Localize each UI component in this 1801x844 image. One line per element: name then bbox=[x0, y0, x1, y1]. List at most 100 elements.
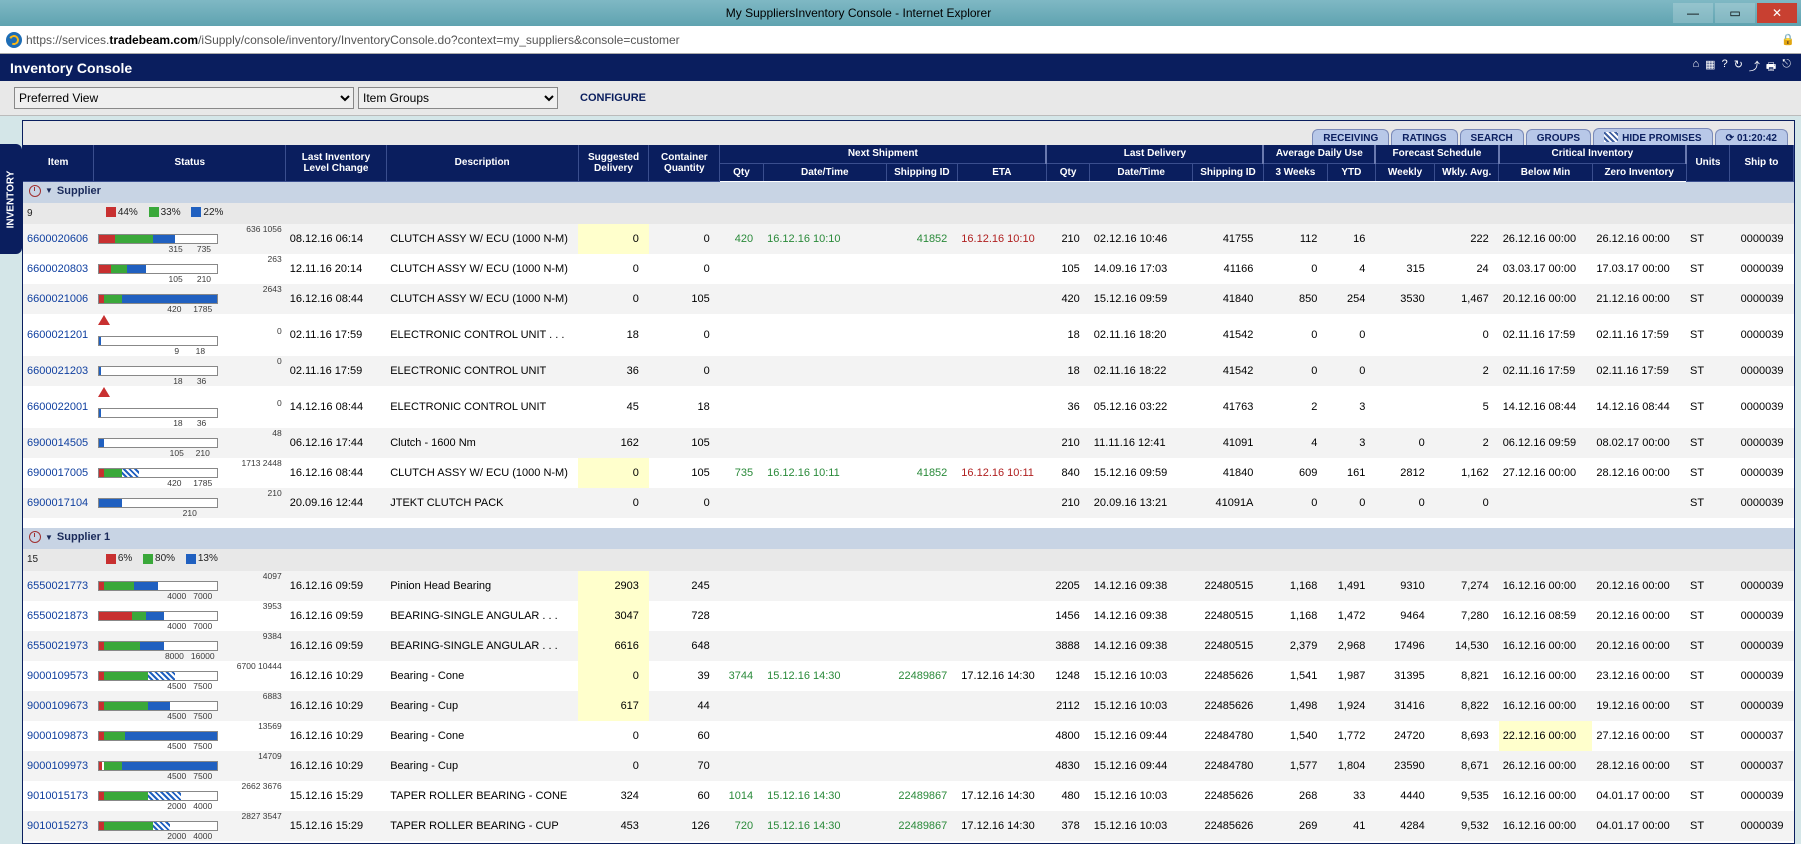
next-datetime bbox=[763, 254, 886, 284]
item-link[interactable]: 9000109973 bbox=[23, 751, 94, 781]
col-units[interactable]: Units bbox=[1686, 145, 1729, 181]
table-row[interactable]: 9000109573 6700 10444 4500 7500 16.12.16… bbox=[23, 661, 1794, 691]
supplier-group-header[interactable]: ▼ Supplier 1 bbox=[23, 528, 1794, 549]
table-row[interactable]: 9010015273 2827 3547 2000 4000 15.12.16 … bbox=[23, 811, 1794, 841]
upload-icon[interactable]: ⤴ bbox=[1749, 58, 1760, 77]
col-nqty[interactable]: Qty bbox=[720, 163, 763, 181]
help-icon[interactable]: ? bbox=[1722, 58, 1728, 77]
table-row[interactable]: 6900014505 48 105 210 06.12.16 17:44 Clu… bbox=[23, 428, 1794, 458]
table-row[interactable]: 6550021873 3953 4000 7000 16.12.16 09:59… bbox=[23, 601, 1794, 631]
table-row[interactable]: 9000109873 13569 4500 7500 16.12.16 10:2… bbox=[23, 721, 1794, 751]
refresh-icon[interactable]: ⟳ bbox=[1726, 133, 1734, 144]
col-lsid[interactable]: Shipping ID bbox=[1193, 163, 1264, 181]
collapse-icon[interactable]: ▼ bbox=[45, 186, 53, 195]
next-shipping-id bbox=[886, 691, 957, 721]
adu-3weeks: 1,498 bbox=[1263, 691, 1327, 721]
table-row[interactable]: 6550021773 4097 4000 7000 16.12.16 09:59… bbox=[23, 571, 1794, 601]
tab-receiving[interactable]: RECEIVING bbox=[1312, 129, 1389, 145]
supplier-group-header[interactable]: ▼ Supplier bbox=[23, 181, 1794, 203]
col-bm[interactable]: Below Min bbox=[1499, 163, 1593, 181]
table-row[interactable]: 6900017104 210 210 20.09.16 12:44 JTEKT … bbox=[23, 488, 1794, 518]
item-link[interactable]: 6900017104 bbox=[23, 488, 94, 518]
col-wk[interactable]: Weekly bbox=[1375, 163, 1434, 181]
tab-groups[interactable]: GROUPS bbox=[1526, 129, 1591, 145]
table-row[interactable]: 6600020803 263 105 210 12.11.16 20:14 CL… bbox=[23, 254, 1794, 284]
item-link[interactable]: 6600022001 bbox=[23, 386, 94, 428]
url-field[interactable]: https://services.tradebeam.com/iSupply/c… bbox=[26, 33, 1777, 47]
table-row[interactable]: 6600021203 0 18 36 02.11.16 17:59 ELECTR… bbox=[23, 356, 1794, 386]
col-ldt[interactable]: Date/Time bbox=[1090, 163, 1193, 181]
table-row[interactable]: 6600021201 0 9 18 02.11.16 17:59 ELECTRO… bbox=[23, 314, 1794, 356]
next-eta bbox=[957, 356, 1046, 386]
table-row[interactable]: 9000109673 6883 4500 7500 16.12.16 10:29… bbox=[23, 691, 1794, 721]
table-row[interactable]: 9010015173 2662 3676 2000 4000 15.12.16 … bbox=[23, 781, 1794, 811]
window-close-button[interactable]: ✕ bbox=[1757, 3, 1797, 23]
inventory-sidetab[interactable]: INVENTORY bbox=[0, 144, 22, 254]
window-maximize-button[interactable]: ▭ bbox=[1715, 3, 1755, 23]
item-link[interactable]: 6600020606 bbox=[23, 224, 94, 254]
status-bar: 2827 3547 2000 4000 bbox=[94, 811, 286, 841]
units: ST bbox=[1686, 356, 1729, 386]
col-cq[interactable]: Container Quantity bbox=[649, 145, 720, 181]
col-shipto[interactable]: Ship to bbox=[1729, 145, 1793, 181]
col-status[interactable]: Status bbox=[94, 145, 286, 181]
item-link[interactable]: 6600021201 bbox=[23, 314, 94, 356]
col-ndt[interactable]: Date/Time bbox=[763, 163, 886, 181]
col-nsid[interactable]: Shipping ID bbox=[886, 163, 957, 181]
tab-search[interactable]: SEARCH bbox=[1460, 129, 1524, 145]
group-select[interactable]: Item Groups bbox=[358, 87, 558, 109]
adu-3weeks: 1,168 bbox=[1263, 571, 1327, 601]
table-row[interactable]: 6600021006 2643 420 1785 16.12.16 08:44 … bbox=[23, 284, 1794, 314]
print-icon[interactable]: 🖶 bbox=[1766, 58, 1776, 77]
item-link[interactable]: 6550021773 bbox=[23, 571, 94, 601]
item-link[interactable]: 6550021873 bbox=[23, 601, 94, 631]
adu-3weeks: 112 bbox=[1263, 224, 1327, 254]
table-row[interactable]: 6550021973 9384 8000 16000 16.12.16 09:5… bbox=[23, 631, 1794, 661]
refresh-icon[interactable]: ↻ bbox=[1734, 58, 1743, 77]
item-link[interactable]: 6550021973 bbox=[23, 631, 94, 661]
col-sug[interactable]: Suggested Delivery bbox=[578, 145, 649, 181]
group-pct: 44% 33% 22% bbox=[94, 203, 286, 225]
item-link[interactable]: 6600021006 bbox=[23, 284, 94, 314]
table-row[interactable]: 9000109973 14709 4500 7500 16.12.16 10:2… bbox=[23, 751, 1794, 781]
next-datetime bbox=[763, 691, 886, 721]
ship-to: 0000039 bbox=[1729, 488, 1793, 518]
item-link[interactable]: 6600020803 bbox=[23, 254, 94, 284]
item-link[interactable]: 6900017005 bbox=[23, 458, 94, 488]
col-neta[interactable]: ETA bbox=[957, 163, 1046, 181]
col-ytd[interactable]: YTD bbox=[1327, 163, 1375, 181]
zero-inventory: 28.12.16 00:00 bbox=[1592, 751, 1686, 781]
item-link[interactable]: 9000109673 bbox=[23, 691, 94, 721]
tab-ratings[interactable]: RATINGS bbox=[1391, 129, 1457, 145]
collapse-icon[interactable]: ▼ bbox=[45, 533, 53, 542]
col-wka[interactable]: Wkly. Avg. bbox=[1435, 163, 1499, 181]
table-row[interactable]: 6600022001 0 18 36 14.12.16 08:44 ELECTR… bbox=[23, 386, 1794, 428]
home-icon[interactable]: ⌂ bbox=[1693, 58, 1700, 77]
table-row[interactable]: 6900017005 1713 2448 420 1785 16.12.16 0… bbox=[23, 458, 1794, 488]
tab-hide-promises[interactable]: HIDE PROMISES bbox=[1593, 128, 1712, 145]
next-datetime bbox=[763, 284, 886, 314]
grid-icon[interactable]: ▦ bbox=[1705, 58, 1715, 77]
col-item[interactable]: Item bbox=[23, 145, 94, 181]
item-link[interactable]: 9010015273 bbox=[23, 811, 94, 841]
item-link[interactable]: 6600021203 bbox=[23, 356, 94, 386]
logout-icon[interactable]: ⎋ bbox=[1782, 58, 1791, 77]
item-link[interactable]: 9000109873 bbox=[23, 721, 94, 751]
units: ST bbox=[1686, 224, 1729, 254]
item-link[interactable]: 9000109573 bbox=[23, 661, 94, 691]
configure-link[interactable]: CONFIGURE bbox=[580, 92, 646, 104]
item-link[interactable]: 9010015173 bbox=[23, 781, 94, 811]
col-desc[interactable]: Description bbox=[386, 145, 578, 181]
control-row: Preferred View Item Groups CONFIGURE bbox=[0, 81, 1801, 116]
window-minimize-button[interactable]: — bbox=[1673, 3, 1713, 23]
col-lqty[interactable]: Qty bbox=[1046, 163, 1089, 181]
col-3w[interactable]: 3 Weeks bbox=[1263, 163, 1327, 181]
container-qty: 70 bbox=[649, 751, 720, 781]
view-select[interactable]: Preferred View bbox=[14, 87, 354, 109]
table-row[interactable]: 6600020606 636 1056 315 735 08.12.16 06:… bbox=[23, 224, 1794, 254]
item-link[interactable]: 6900014505 bbox=[23, 428, 94, 458]
forecast-weekly: 9310 bbox=[1375, 571, 1434, 601]
col-zi[interactable]: Zero Inventory bbox=[1592, 163, 1686, 181]
next-shipping-id bbox=[886, 601, 957, 631]
col-lastinv[interactable]: Last Inventory Level Change bbox=[286, 145, 387, 181]
